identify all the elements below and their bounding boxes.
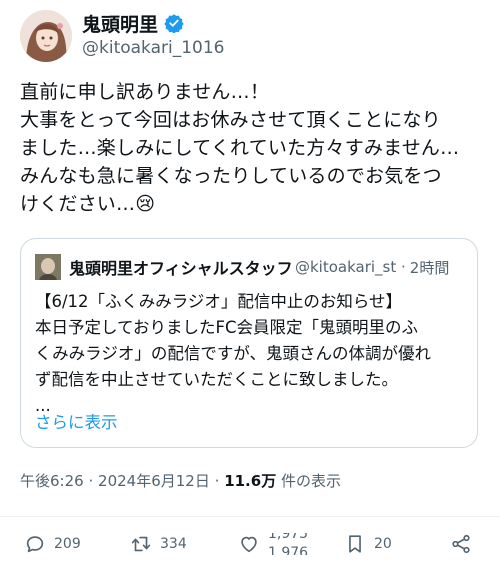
bookmark-icon	[349, 535, 361, 553]
retweet-button[interactable]: 334	[130, 533, 187, 555]
quoted-line: 【6/12「ふくみみラジオ」配信中止のお知らせ】	[35, 292, 403, 311]
tweet-time[interactable]: 午後6:26	[20, 472, 84, 490]
quoted-line: ず配信を中止させていただくことに致しました。	[35, 370, 398, 389]
meta-separator: ·	[88, 472, 94, 490]
avatar-illustration	[20, 10, 72, 62]
separator-dot: ·	[401, 258, 406, 276]
bookmark-count: 20	[374, 536, 392, 552]
tweet-date[interactable]: 2024年6月12日	[98, 472, 210, 490]
tweet-line: ました…楽しみにしてくれていた方々すみません…	[20, 137, 460, 159]
reply-button[interactable]: 209	[24, 533, 81, 555]
tweet-meta: 午後6:26 · 2024年6月12日 · 11.6万 件の表示	[20, 470, 341, 491]
tweet-line: 大事をとって今回はお休みさせて頂くことになり	[20, 109, 441, 131]
quoted-tweet-text: 【6/12「ふくみみラジオ」配信中止のお知らせ】 本日予定しておりましたFC会員…	[35, 289, 475, 419]
reply-count: 209	[54, 536, 81, 552]
like-count-next: 1,976	[268, 545, 308, 555]
quoted-author-name: 鬼頭明里オフィシャルスタッフ	[69, 259, 291, 278]
action-bar: 209 334 1,975 1,976 20	[0, 525, 500, 565]
bookmark-button[interactable]: 20	[344, 533, 392, 555]
tweet-text: 直前に申し訳ありません…！ 大事をとって今回はお休みさせて頂くことになり ました…	[20, 78, 488, 218]
author-name-row[interactable]: 鬼頭明里	[82, 10, 184, 36]
heart-icon	[241, 536, 257, 553]
quoted-time: 2時間	[409, 258, 450, 277]
author-avatar[interactable]	[20, 10, 72, 62]
verified-badge-icon	[164, 14, 184, 33]
like-count-roller: 1,975 1,976	[268, 533, 308, 555]
author-name[interactable]: 鬼頭明里	[82, 10, 158, 37]
clipped-previous-line	[0, 0, 500, 10]
like-count: 1,975	[268, 533, 308, 542]
reply-icon	[26, 536, 44, 553]
like-button[interactable]: 1,975 1,976	[238, 533, 308, 555]
quoted-tweet-card[interactable]: 鬼頭明里オフィシャルスタッフ @kitoakari_st · 2時間 【6/12…	[20, 238, 478, 448]
quoted-line: 本日予定しておりましたFC会員限定「鬼頭明里のふ	[35, 318, 419, 337]
divider	[0, 516, 500, 517]
share-icon	[452, 534, 470, 554]
meta-separator: ·	[214, 472, 220, 490]
quoted-tweet-header: 鬼頭明里オフィシャルスタッフ @kitoakari_st · 2時間	[35, 253, 467, 281]
view-count-label: 件の表示	[280, 472, 341, 490]
tweet-line: 直前に申し訳ありません…！	[20, 81, 270, 103]
author-handle[interactable]: @kitoakari_1016	[82, 38, 225, 58]
show-more-link[interactable]: さらに表示	[35, 409, 118, 433]
quoted-line: くみみラジオ」の配信ですが、鬼頭さんの体調が優れ	[35, 344, 431, 363]
quoted-avatar-image	[35, 254, 61, 280]
retweet-icon	[131, 536, 151, 552]
view-count: 11.6万	[224, 472, 277, 490]
share-button[interactable]	[450, 533, 472, 555]
quoted-author-handle: @kitoakari_st	[295, 258, 397, 276]
tweet-line: みんなも急に暑くなったりしているのでお気をつ	[20, 165, 442, 187]
tweet-line: けください…😢	[20, 193, 156, 215]
quoted-author-avatar	[35, 254, 61, 280]
retweet-count: 334	[160, 536, 187, 552]
